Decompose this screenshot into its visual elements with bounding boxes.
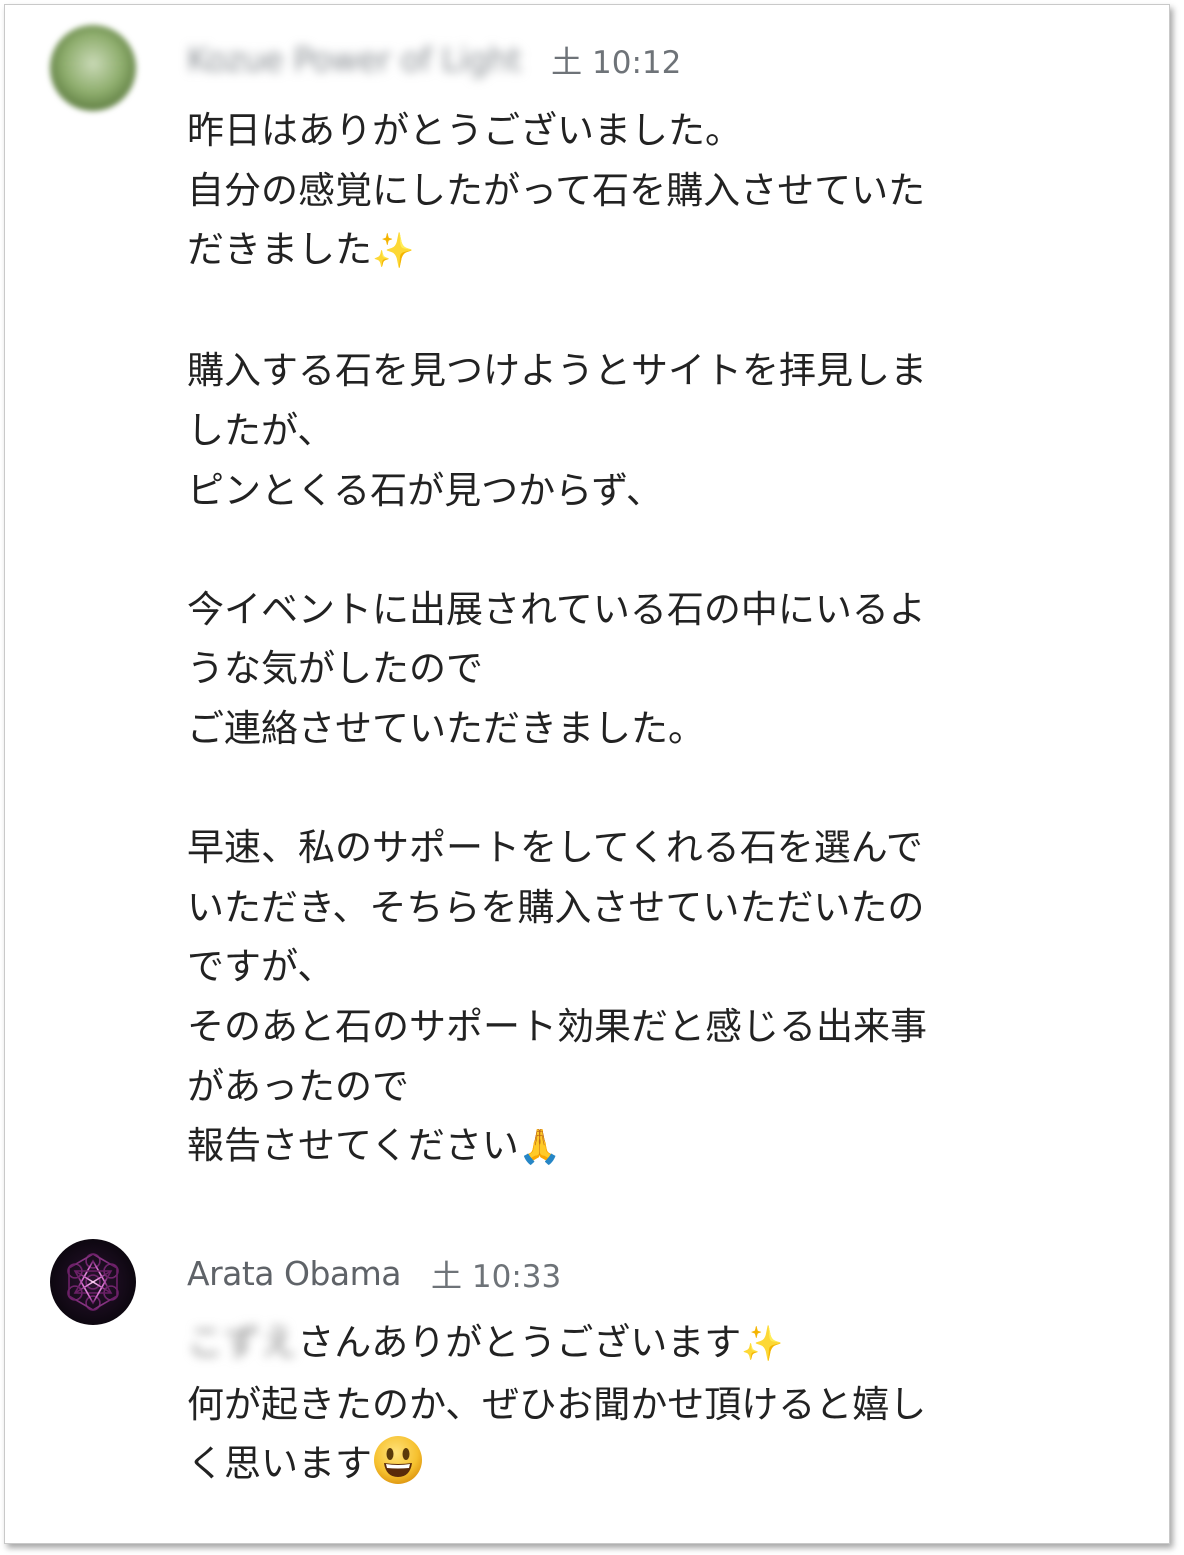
message-line: 今イベントに出展されている石の中にいるよ bbox=[187, 587, 926, 631]
message-line: うな気がしたので bbox=[187, 647, 483, 691]
message-body: 昨日はありがとうございました。 自分の感覚にしたがって石を購入させていた だきま… bbox=[187, 101, 1107, 1178]
sparkles-icon: ✨ bbox=[372, 231, 415, 272]
metatron-cube-icon bbox=[67, 1253, 119, 1311]
message-line: 何が起きたのか、ぜひお聞かせ頂けると嬉し bbox=[187, 1382, 927, 1426]
message-line: 購入する石を見つけようとサイトを拝見しま bbox=[187, 349, 927, 393]
message-header: Kozue Power of Light 土 10:12 bbox=[187, 39, 682, 81]
avatar[interactable] bbox=[50, 25, 136, 111]
message-line: 自分の感覚にしたがって石を購入させていた bbox=[187, 168, 926, 212]
folded-hands-icon: 🙏 bbox=[518, 1127, 562, 1168]
message-header: Arata Obama 土 10:33 bbox=[187, 1253, 562, 1295]
message-line: ですが、 bbox=[187, 945, 335, 989]
message-time: 土 10:33 bbox=[431, 1258, 562, 1295]
message-line: だきました bbox=[187, 228, 372, 272]
message-line: したが、 bbox=[187, 408, 335, 452]
message-line: いただき、そちらを購入させていただいたの bbox=[187, 885, 925, 929]
message-time: 土 10:12 bbox=[551, 44, 682, 81]
sender-name[interactable]: Arata Obama bbox=[187, 1254, 402, 1293]
sparkles-icon: ✨ bbox=[741, 1324, 784, 1364]
message-line: さんありがとうございます bbox=[297, 1321, 742, 1364]
message-line: 報告させてください bbox=[187, 1124, 519, 1168]
message-line: ご連絡させていただきました。 bbox=[187, 706, 705, 750]
blurred-mention: こずえ bbox=[187, 1321, 298, 1364]
message-line: があったので bbox=[187, 1064, 409, 1108]
message-line: そのあと石のサポート効果だと感じる出来事 bbox=[187, 1004, 927, 1048]
message-line: く思います bbox=[187, 1442, 372, 1486]
chat-frame: Kozue Power of Light 土 10:12 昨日はありがとうござい… bbox=[4, 4, 1170, 1544]
message-line: 早速、私のサポートをしてくれる石を選んで bbox=[187, 826, 923, 870]
message-body: こずえさんありがとうございます✨ 何が起きたのか、ぜひお聞かせ頂けると嬉し く思… bbox=[187, 1313, 1107, 1494]
avatar[interactable] bbox=[50, 1239, 136, 1325]
smiling-face-icon bbox=[374, 1436, 422, 1485]
sender-name[interactable]: Kozue Power of Light bbox=[187, 40, 522, 79]
message-line: 昨日はありがとうございました。 bbox=[187, 109, 742, 152]
message-line: ピンとくる石が見つからず、 bbox=[187, 468, 663, 512]
